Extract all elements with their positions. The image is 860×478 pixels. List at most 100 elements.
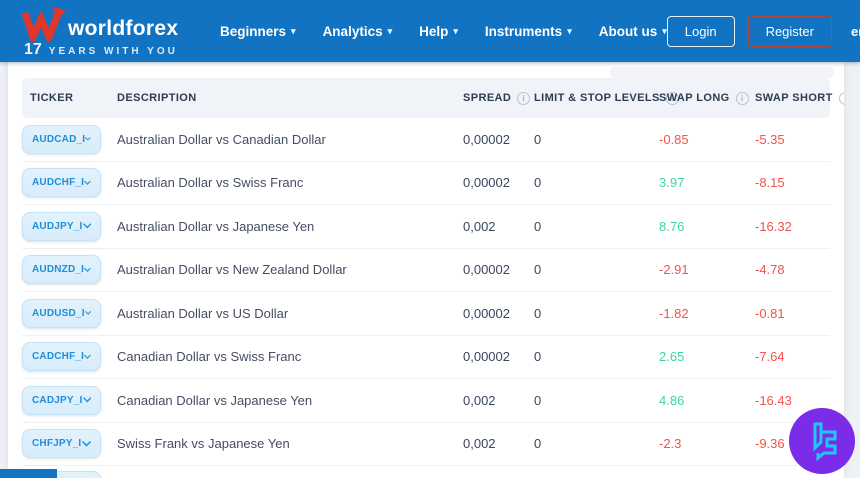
swap-long-cell: 4.86 bbox=[659, 392, 685, 408]
register-button[interactable]: Register bbox=[747, 15, 832, 47]
brand-tagline: 17 YEARS WITH YOU bbox=[24, 41, 178, 59]
login-button[interactable]: Login bbox=[666, 15, 735, 47]
limit-stop-cell: 0 bbox=[534, 131, 542, 147]
swap-long-cell: 8.76 bbox=[659, 218, 685, 234]
nav-item-instruments[interactable]: Instruments ▾ bbox=[485, 24, 572, 39]
table-row: CADCHF_I Canadian Dollar vs Swiss Franc … bbox=[22, 336, 830, 379]
spread-cell: 0,00002 bbox=[463, 305, 510, 321]
tagline-years: 17 bbox=[24, 41, 42, 58]
table-row: AUDCHF_I Australian Dollar vs Swiss Fran… bbox=[22, 162, 830, 205]
swap-short-cell: -0.81 bbox=[755, 305, 785, 321]
info-icon[interactable]: i bbox=[735, 91, 749, 105]
ticker-pill[interactable]: AUDNZD_I bbox=[22, 255, 101, 285]
header-actions: Login Register en▾ bbox=[666, 15, 860, 47]
spread-cell: 0,002 bbox=[463, 218, 496, 234]
nav-item-about-us[interactable]: About us ▾ bbox=[599, 24, 667, 39]
ticker-label: AUDCAD_I bbox=[32, 133, 86, 145]
table-row: AUDNZD_I Australian Dollar vs New Zealan… bbox=[22, 249, 830, 292]
ticker-pill[interactable]: AUDCHF_I bbox=[22, 168, 101, 198]
spread-cell: 0,00002 bbox=[463, 349, 510, 365]
spread-cell: 0,002 bbox=[463, 436, 496, 452]
description-cell: Australian Dollar vs Swiss Franc bbox=[117, 175, 304, 191]
swap-short-cell: -16.43 bbox=[755, 392, 792, 408]
chevron-down-icon: ▾ bbox=[567, 25, 572, 36]
chevron-down-icon bbox=[84, 267, 91, 272]
table-row: CHFJPY_I Swiss Frank vs Japanese Yen 0,0… bbox=[22, 423, 830, 466]
ticker-pill[interactable]: AUDCAD_I bbox=[22, 124, 101, 154]
chevron-down-icon bbox=[85, 137, 91, 141]
column-header-description: DESCRIPTION bbox=[117, 92, 197, 104]
column-header-limit-stop-levels: LIMIT & STOP LEVELS i bbox=[534, 91, 679, 105]
swap-long-cell: 3.97 bbox=[659, 175, 685, 191]
info-icon[interactable]: i bbox=[838, 91, 844, 105]
info-icon[interactable]: i bbox=[517, 91, 531, 105]
ticker-cell: CADJPY_I bbox=[22, 385, 117, 415]
table-row: AUDUSD_I Australian Dollar vs US Dollar … bbox=[22, 292, 830, 336]
limit-stop-cell: 0 bbox=[534, 436, 542, 452]
ticker-pill[interactable]: AUDJPY_I bbox=[22, 211, 101, 241]
swap-short-cell: -7.64 bbox=[755, 349, 785, 365]
chevron-down-icon: ▾ bbox=[453, 25, 458, 36]
main-nav: Beginners ▾ Analytics ▾ Help ▾ Instruments ▾… bbox=[220, 24, 667, 39]
swap-long-cell: -2.3 bbox=[659, 436, 682, 452]
language-selector[interactable]: en▾ bbox=[851, 24, 860, 39]
chevron-down-icon: ▾ bbox=[662, 25, 667, 36]
column-header-spread: SPREAD i bbox=[463, 91, 534, 105]
ticker-label: CADJPY_I bbox=[32, 394, 83, 406]
swap-short-cell: -5.35 bbox=[755, 131, 785, 147]
nav-item-analytics[interactable]: Analytics ▾ bbox=[323, 24, 393, 39]
chevron-down-icon: ▾ bbox=[291, 25, 296, 36]
swap-long-cell: 2.65 bbox=[659, 349, 685, 365]
ticker-label: AUDUSD_I bbox=[32, 307, 85, 319]
ticker-label: AUDJPY_I bbox=[32, 220, 83, 232]
chevron-down-icon: ▾ bbox=[387, 25, 393, 36]
instruments-table-card: TICKER DESCRIPTION SPREAD i LIMIT & STOP … bbox=[8, 62, 844, 478]
swap-short-cell: -4.78 bbox=[755, 262, 785, 278]
table-row: AUDJPY_I Australian Dollar vs Japanese Y… bbox=[22, 205, 830, 249]
ticker-pill[interactable]: CADCHF_I bbox=[22, 342, 101, 372]
chevron-down-icon bbox=[84, 180, 91, 185]
description-cell: Swiss Frank vs Japanese Yen bbox=[117, 436, 290, 452]
logo-w-arrow-icon bbox=[22, 7, 66, 41]
limit-stop-cell: 0 bbox=[534, 392, 542, 408]
swap-long-cell: -0.85 bbox=[659, 131, 689, 147]
nav-item-help[interactable]: Help ▾ bbox=[419, 24, 458, 39]
column-header-swap-long: SWAP LONG i bbox=[659, 91, 755, 105]
ticker-cell: AUDCHF_I bbox=[22, 168, 117, 198]
ticker-pill[interactable]: CHFJPY_I bbox=[22, 429, 101, 459]
bottom-left-element-cutoff bbox=[0, 469, 57, 478]
ticker-cell: CADCHF_I bbox=[22, 342, 117, 372]
chat-widget-button[interactable] bbox=[789, 408, 855, 474]
nav-item-beginners[interactable]: Beginners ▾ bbox=[220, 24, 296, 39]
spread-cell: 0,00002 bbox=[463, 131, 510, 147]
spread-cell: 0,002 bbox=[463, 392, 496, 408]
search-box-cutoff bbox=[610, 67, 834, 78]
ticker-label: CADCHF_I bbox=[32, 351, 85, 363]
ticker-pill[interactable]: AUDUSD_I bbox=[22, 298, 101, 328]
limit-stop-cell: 0 bbox=[534, 218, 542, 234]
swap-short-cell: -8.15 bbox=[755, 175, 785, 191]
description-cell: Australian Dollar vs Canadian Dollar bbox=[117, 131, 326, 147]
description-cell: Australian Dollar vs Japanese Yen bbox=[117, 218, 315, 234]
ticker-label: CHFJPY_I bbox=[32, 438, 82, 450]
swap-long-cell: -1.82 bbox=[659, 305, 689, 321]
chat-widget-logo-icon bbox=[813, 422, 837, 462]
description-cell: Australian Dollar vs US Dollar bbox=[117, 305, 289, 321]
ticker-cell: AUDUSD_I bbox=[22, 298, 117, 328]
column-header-ticker: TICKER bbox=[30, 92, 74, 104]
swap-short-cell: -16.32 bbox=[755, 218, 792, 234]
instrument-rows: AUDCAD_I Australian Dollar vs Canadian D… bbox=[22, 118, 830, 466]
chevron-down-icon bbox=[84, 311, 91, 316]
limit-stop-cell: 0 bbox=[534, 305, 542, 321]
table-row: CADJPY_I Canadian Dollar vs Japanese Yen… bbox=[22, 379, 830, 423]
ticker-label: AUDNZD_I bbox=[32, 264, 85, 276]
spread-cell: 0,00002 bbox=[463, 175, 510, 191]
table-row: AUDCAD_I Australian Dollar vs Canadian D… bbox=[22, 118, 830, 162]
ticker-cell: AUDCAD_I bbox=[22, 124, 117, 154]
chevron-down-icon bbox=[84, 354, 91, 359]
description-cell: Australian Dollar vs New Zealand Dollar bbox=[117, 262, 347, 278]
ticker-pill[interactable]: CADJPY_I bbox=[22, 385, 101, 415]
tagline-text: YEARS WITH YOU bbox=[48, 46, 178, 57]
ticker-cell: CHFJPY_I bbox=[22, 429, 117, 459]
logo[interactable]: worldforex 17 YEARS WITH YOU bbox=[22, 0, 194, 62]
